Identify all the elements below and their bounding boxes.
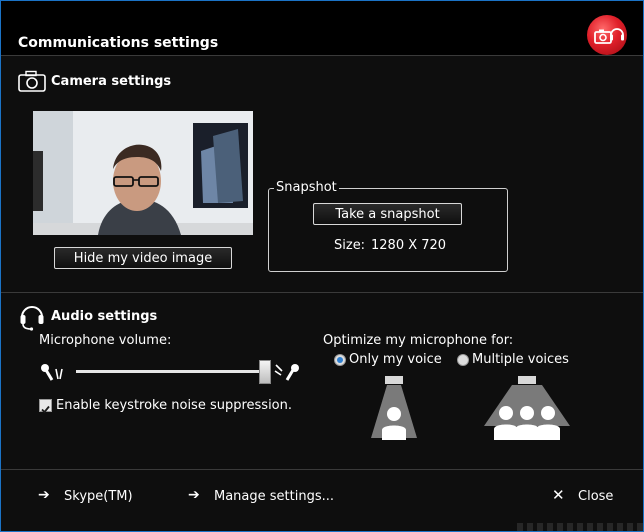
mic-low-icon: [38, 361, 66, 387]
camera-settings-heading: Camera settings: [51, 74, 172, 89]
divider: [1, 469, 643, 470]
noise-suppression-label[interactable]: Enable keystroke noise suppression.: [56, 398, 292, 413]
take-snapshot-button[interactable]: Take a snapshot: [313, 203, 462, 225]
single-person-spotlight-icon: [369, 376, 419, 446]
divider: [1, 55, 643, 56]
arrow-right-icon: ➔: [38, 487, 50, 503]
close-icon[interactable]: ✕: [552, 486, 565, 504]
camera-headset-badge-icon: [587, 15, 627, 55]
manage-settings-link[interactable]: Manage settings...: [214, 489, 334, 504]
snapshot-size-label: Size:: [334, 238, 366, 253]
mic-volume-slider-thumb[interactable]: [259, 360, 271, 384]
optimize-mic-label: Optimize my microphone for:: [323, 333, 514, 348]
multiple-voices-label[interactable]: Multiple voices: [472, 352, 569, 367]
skype-link[interactable]: Skype(TM): [64, 489, 133, 504]
mic-volume-track[interactable]: [76, 370, 266, 373]
title-bar: Communications settings: [1, 1, 643, 55]
settings-window: Communications settings Camera settings: [0, 0, 644, 532]
resize-grip: [517, 523, 643, 531]
multiple-voices-radio[interactable]: [457, 354, 469, 366]
only-my-voice-radio[interactable]: [334, 354, 346, 366]
only-my-voice-label[interactable]: Only my voice: [349, 352, 442, 367]
mic-volume-label: Microphone volume:: [39, 333, 172, 348]
noise-suppression-checkbox[interactable]: [39, 399, 52, 414]
snapshot-group: [268, 188, 508, 272]
audio-settings-heading: Audio settings: [51, 309, 158, 324]
mic-high-icon: [273, 361, 303, 387]
camera-preview: [33, 111, 253, 235]
hide-video-button[interactable]: Hide my video image: [54, 247, 232, 269]
camera-icon: [18, 70, 46, 96]
window-title: Communications settings: [18, 35, 219, 51]
close-button[interactable]: Close: [578, 489, 613, 504]
divider: [1, 292, 643, 293]
headset-icon: [19, 301, 45, 335]
snapshot-legend: Snapshot: [274, 180, 339, 195]
arrow-right-icon: ➔: [188, 487, 200, 503]
snapshot-size-value: 1280 X 720: [371, 238, 447, 253]
multiple-people-spotlight-icon: [482, 376, 572, 446]
